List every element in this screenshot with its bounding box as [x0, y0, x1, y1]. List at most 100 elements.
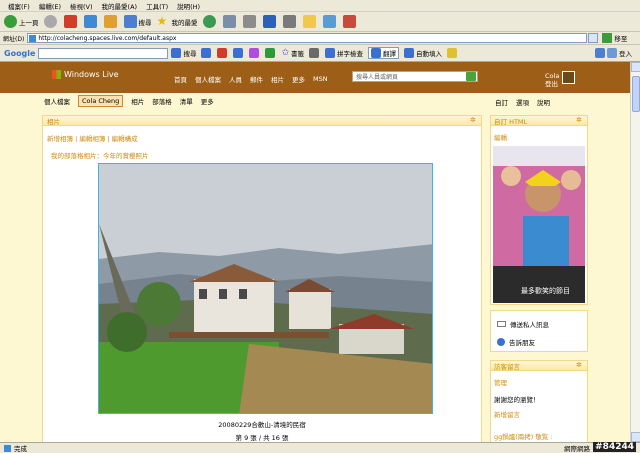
spellcheck-icon [325, 48, 335, 58]
live-nav-photos[interactable]: 相片 [271, 74, 284, 84]
subnav-photos[interactable]: 相片 [131, 96, 144, 106]
photos-panel-header: 相片 ✲ [43, 116, 481, 126]
signin-button[interactable]: 登入 [595, 48, 632, 58]
scroll-down-arrow-icon[interactable] [631, 432, 640, 442]
search-button[interactable]: 搜尋 [123, 15, 152, 28]
folder-icon [302, 15, 316, 28]
favorites-button[interactable]: ★ 我的最愛 [157, 15, 198, 28]
refresh-icon [83, 15, 97, 28]
go-button[interactable]: 移至 [614, 33, 627, 43]
tv-show-image[interactable]: 最多歡笑的節目 [493, 146, 585, 303]
spellcheck-button[interactable]: 拼字檢查 [325, 48, 363, 58]
subnav-blog[interactable]: 部落格 [152, 96, 172, 106]
forward-button[interactable] [43, 15, 59, 28]
spellcheck-label: 拼字檢查 [337, 50, 363, 58]
search-label: 搜尋 [138, 18, 152, 27]
landscape-photo [99, 164, 432, 413]
wrench-icon [595, 48, 605, 58]
album-link[interactable]: 我的部落格相片：今年的賞櫻照片 [51, 150, 149, 160]
custom-html-title: 自訂 HTML [494, 117, 528, 126]
print-button[interactable] [242, 15, 258, 28]
photos-panel-title: 相片 [47, 117, 60, 126]
go-arrow-icon[interactable] [602, 33, 613, 43]
zone-text: 網際網路 [564, 445, 590, 453]
gear-icon[interactable]: ✲ [576, 117, 583, 124]
customize-link[interactable]: 自訂 [495, 97, 508, 107]
subnav-lists[interactable]: 清單 [180, 96, 193, 106]
discuss-icon [282, 15, 296, 28]
gear-icon[interactable]: ✲ [576, 362, 583, 369]
pencil-icon[interactable] [447, 48, 457, 58]
avatar[interactable] [562, 71, 575, 84]
address-input[interactable]: http://colacheng.spaces.live.com/default… [27, 33, 588, 43]
custom-html-edit-link[interactable]: 編輯 [494, 132, 507, 142]
help-link[interactable]: 說明 [537, 97, 550, 107]
globe-icon[interactable] [201, 48, 212, 58]
send-message-link[interactable]: 傳送私人訊息 [497, 319, 549, 329]
gmail-icon[interactable] [217, 48, 228, 58]
google-logo: Google [4, 48, 36, 58]
messenger-button[interactable] [322, 15, 338, 28]
subnav-space-name[interactable]: Cola Cheng [78, 95, 124, 107]
google-search-input[interactable] [38, 47, 169, 59]
live-nav-msn[interactable]: MSN [313, 75, 328, 83]
translate-label: 翻譯 [383, 50, 396, 58]
edit-button[interactable] [262, 15, 278, 28]
show-caption-text: 最多歡笑的節目 [521, 287, 570, 295]
options-link[interactable]: 選項 [516, 97, 529, 107]
username[interactable]: Cola [545, 72, 559, 80]
history-button[interactable] [202, 15, 218, 28]
research-button[interactable] [342, 15, 358, 28]
scroll-up-arrow-icon[interactable] [631, 62, 640, 72]
google-search-button[interactable]: 搜尋 [171, 48, 196, 58]
show-photo [493, 146, 585, 303]
subnav-profile[interactable]: 個人檔案 [44, 96, 70, 106]
settings-wrench-icon[interactable] [309, 48, 319, 58]
refresh-button[interactable] [83, 15, 99, 28]
google-search-label: 搜尋 [183, 50, 197, 58]
folder-button[interactable] [302, 15, 318, 28]
menu-file[interactable]: 檔案(F) [8, 1, 30, 11]
user-info: Cola 登出 [545, 72, 559, 88]
live-nav-home[interactable]: 首頁 [174, 74, 187, 84]
discuss-button[interactable] [282, 15, 298, 28]
vertical-scrollbar[interactable] [630, 62, 640, 442]
menu-edit[interactable]: 編輯(E) [39, 1, 61, 11]
live-search-button[interactable] [466, 72, 476, 81]
popup-blocker-icon[interactable] [265, 48, 276, 58]
live-nav-people[interactable]: 人員 [229, 74, 242, 84]
mail-button[interactable] [222, 15, 238, 28]
news-icon[interactable] [233, 48, 244, 58]
live-nav-more[interactable]: 更多 [292, 74, 305, 84]
guestbook-entry[interactable]: gg鍋爐(兩拷) 敬覧 : [494, 431, 553, 441]
photo-viewer[interactable]: ◀ ❚❚ ▶ [98, 163, 433, 414]
user-icon [607, 48, 617, 58]
scroll-thumb[interactable] [632, 76, 640, 112]
translate-icon [371, 48, 381, 58]
menu-view[interactable]: 檢視(V) [70, 1, 93, 11]
windows-live-logo[interactable]: Windows Live [52, 70, 119, 79]
translate-button[interactable]: 翻譯 [368, 47, 399, 59]
share-icon[interactable] [249, 48, 260, 58]
gear-icon[interactable]: ✲ [470, 117, 477, 124]
stop-button[interactable] [63, 15, 79, 28]
status-text: 完成 [14, 445, 27, 453]
back-button[interactable]: 上一頁 [4, 15, 39, 28]
menu-help[interactable]: 說明(H) [177, 1, 200, 11]
menu-favorites[interactable]: 我的最愛(A) [102, 1, 138, 11]
album-actions[interactable]: 新增相簿 | 編輯相簿 | 編輯構成 [47, 133, 138, 143]
address-dropdown-icon[interactable] [588, 33, 599, 43]
signout-link[interactable]: 登出 [545, 80, 559, 88]
live-nav-mail[interactable]: 郵件 [250, 74, 263, 84]
new-comment-link[interactable]: 新增留言 [494, 409, 520, 419]
home-button[interactable] [103, 15, 119, 28]
bookmarks-button[interactable]: ✩ 書籤 [281, 48, 304, 58]
stop-icon [63, 15, 77, 28]
autofill-button[interactable]: 自動填入 [404, 48, 442, 58]
live-nav-profile[interactable]: 個人檔案 [195, 74, 221, 84]
menu-tools[interactable]: 工具(T) [146, 1, 168, 11]
live-search-input[interactable]: 搜尋人員或網頁 [352, 71, 478, 82]
guestbook-admin-link[interactable]: 管理 [494, 377, 507, 387]
tell-friend-link[interactable]: 告訴朋友 [497, 337, 535, 347]
subnav-more[interactable]: 更多 [201, 96, 214, 106]
